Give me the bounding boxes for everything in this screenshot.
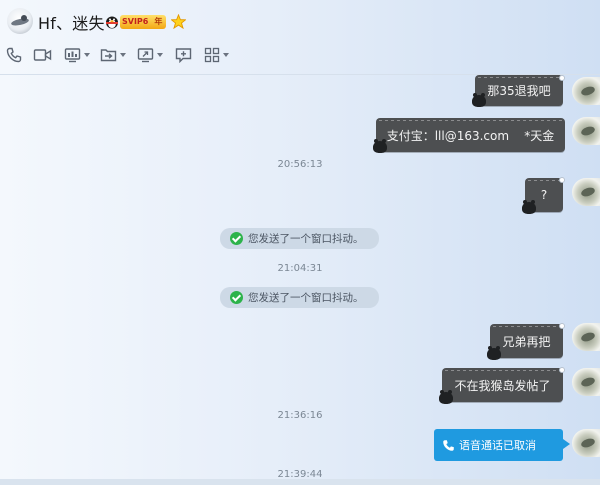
- system-notice: 您发送了一个窗口抖动。: [220, 287, 379, 308]
- timestamp: 21:36:16: [277, 410, 323, 421]
- message-bubble[interactable]: 不在我猴岛发帖了: [442, 368, 563, 402]
- message-text: 支付宝：lll@163.com *天金: [386, 128, 555, 143]
- message-text: 不在我猴岛发帖了: [454, 378, 551, 393]
- self-avatar[interactable]: [572, 178, 600, 206]
- checkmark-icon: [230, 291, 243, 304]
- message-text: 兄弟再把: [502, 334, 551, 349]
- system-notice-text: 您发送了一个窗口抖动。: [248, 233, 364, 245]
- chevron-down-icon: [223, 53, 229, 57]
- chevron-down-icon: [157, 53, 163, 57]
- system-notice: 您发送了一个窗口抖动。: [220, 228, 379, 249]
- chevron-down-icon: [120, 53, 126, 57]
- remote-desktop-button[interactable]: [64, 44, 90, 66]
- phone-icon: [443, 439, 454, 451]
- voice-call-status-text: 语音通话已取消: [459, 439, 536, 452]
- sparkle-icon: [559, 367, 565, 373]
- checkmark-icon: [230, 232, 243, 245]
- contact-avatar[interactable]: [7, 8, 33, 34]
- timestamp: 20:56:13: [277, 159, 323, 170]
- video-camera-icon: [33, 49, 52, 61]
- sparkle-icon: [559, 323, 565, 329]
- app-grid-icon: [204, 47, 220, 63]
- sparkle-icon: [559, 75, 565, 81]
- message-text: ?: [540, 188, 548, 202]
- message-text: 那35退我吧: [487, 84, 551, 98]
- voice-call-message[interactable]: 语音通话已取消: [434, 429, 570, 461]
- bubble-decoration-icon: [487, 346, 501, 360]
- add-chat-icon: [175, 48, 192, 63]
- svip-label: SVIP6: [122, 17, 149, 26]
- system-notice-text: 您发送了一个窗口抖动。: [248, 292, 364, 304]
- message-bubble[interactable]: 那35退我吧: [475, 75, 563, 106]
- screen-share-button[interactable]: [137, 44, 163, 66]
- self-avatar[interactable]: [572, 368, 600, 396]
- self-avatar[interactable]: [572, 323, 600, 351]
- timestamp: 21:04:31: [277, 263, 323, 274]
- bubble-decoration-icon: [439, 390, 453, 404]
- file-transfer-icon: [100, 49, 117, 62]
- remote-assist-icon: [64, 48, 81, 63]
- create-group-button[interactable]: [175, 44, 192, 66]
- voice-call-button[interactable]: [6, 44, 22, 66]
- message-bubble[interactable]: 支付宝：lll@163.com *天金: [376, 118, 565, 152]
- self-avatar[interactable]: [572, 429, 600, 457]
- svip-badge[interactable]: SVIP6 年: [120, 15, 166, 29]
- qq-penguin-icon: [106, 16, 118, 29]
- app-grid-button[interactable]: [204, 44, 229, 66]
- bubble-decoration-icon: [373, 139, 387, 153]
- bubble-decoration-icon: [522, 200, 536, 214]
- star-icon[interactable]: [171, 14, 186, 29]
- chat-toolbar: [0, 44, 260, 68]
- contact-name[interactable]: Hf、迷失: [38, 10, 105, 34]
- bubble-decoration-icon: [472, 93, 486, 107]
- svip-year-label: 年: [154, 17, 163, 26]
- send-file-button[interactable]: [100, 44, 126, 66]
- message-list[interactable]: 那35退我吧 支付宝：lll@163.com *天金 20:56:13 ? 您发…: [0, 75, 600, 485]
- chat-header: Hf、迷失 SVIP6 年: [0, 0, 600, 74]
- video-call-button[interactable]: [33, 44, 52, 66]
- input-area-divider: [0, 479, 600, 485]
- phone-icon: [6, 47, 22, 63]
- sparkle-icon: [559, 177, 565, 183]
- chevron-down-icon: [84, 53, 90, 57]
- self-avatar[interactable]: [572, 77, 600, 105]
- self-avatar[interactable]: [572, 117, 600, 145]
- screen-share-icon: [137, 48, 154, 63]
